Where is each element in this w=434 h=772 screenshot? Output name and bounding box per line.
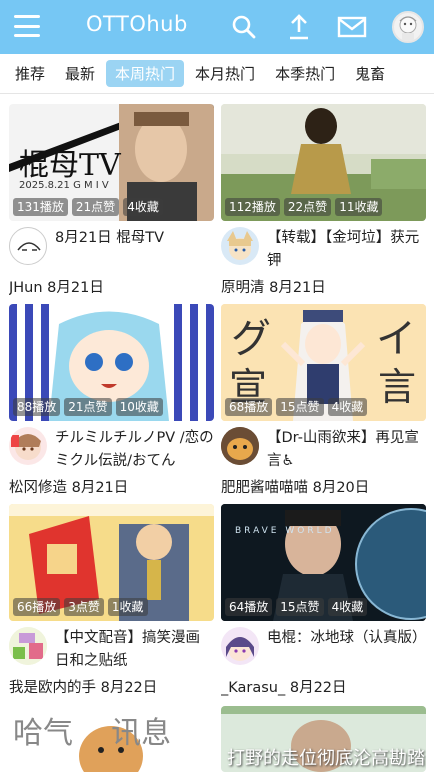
uploader-name[interactable]: 肥肥酱喵喵喵 xyxy=(221,480,308,496)
video-byline: _Karasu_ 8月22日 xyxy=(221,676,426,697)
video-thumbnail[interactable]: 棍母TV 2025.8.21 G M I V 131播放 21点赞 4收藏 xyxy=(9,104,214,221)
uploader-name[interactable]: 原明清 xyxy=(221,280,265,296)
tab-latest[interactable]: 最新 xyxy=(56,60,104,87)
video-meta: 【Dr-山雨欲来】再见宣言♿ xyxy=(221,427,426,473)
search-icon[interactable] xyxy=(229,12,259,42)
video-thumbnail[interactable]: グ イ 宣 言 68播放 15点赞 4收藏 xyxy=(221,304,426,421)
uploader-avatar[interactable] xyxy=(9,627,47,665)
video-stats: 88播放 21点赞 10收藏 xyxy=(13,398,163,416)
video-meta: 8月21日 棍母TV xyxy=(9,227,214,273)
views-count: 64播放 xyxy=(225,598,273,616)
views-count: 88播放 xyxy=(13,398,61,416)
video-byline: 肥肥酱喵喵喵 8月20日 xyxy=(221,476,426,497)
thumbnail-subtext: 2025.8.21 G M I V xyxy=(19,180,109,191)
tab-guichu[interactable]: 鬼畜 xyxy=(346,60,394,87)
upload-date: 8月22日 xyxy=(289,680,347,696)
tab-season-hot[interactable]: 本季热门 xyxy=(266,60,344,87)
favorites-count: 1收藏 xyxy=(107,598,148,616)
mail-icon[interactable] xyxy=(337,12,367,42)
upload-icon[interactable] xyxy=(284,12,314,42)
video-thumbnail[interactable]: 66播放 3点赞 1收藏 xyxy=(9,504,214,621)
video-card[interactable]: BRAVE WORLD 64播放 15点赞 4收藏 电棍：冰地球（认真版） _K… xyxy=(221,504,426,697)
video-card[interactable]: 棍母TV 2025.8.21 G M I V 131播放 21点赞 4收藏 8月… xyxy=(9,104,214,297)
uploader-avatar[interactable] xyxy=(9,227,47,265)
tab-recommend[interactable]: 推荐 xyxy=(6,60,54,87)
views-count: 66播放 xyxy=(13,598,61,616)
thumbnail-text: 打野的走位彻底沦高勘踏 xyxy=(227,748,425,769)
favorites-count: 4收藏 xyxy=(327,398,368,416)
video-title[interactable]: 【转载】【金坷垃】获元钾 xyxy=(267,227,426,273)
upload-date: 8月20日 xyxy=(312,480,370,496)
video-stats: 66播放 3点赞 1收藏 xyxy=(13,598,148,616)
video-meta: 【中文配音】搞笑漫画日和之贴纸 xyxy=(9,627,214,673)
user-avatar[interactable] xyxy=(392,11,424,43)
video-card[interactable]: 112播放 22点赞 11收藏 【转载】【金坷垃】获元钾 原明清 8月21日 xyxy=(221,104,426,297)
favorites-count: 4收藏 xyxy=(123,198,163,216)
tab-weekly-hot[interactable]: 本周热门 xyxy=(106,60,185,87)
upload-date: 8月22日 xyxy=(100,680,158,696)
likes-count: 15点赞 xyxy=(276,598,324,616)
upload-date: 8月21日 xyxy=(47,280,104,296)
video-thumbnail[interactable]: 88播放 21点赞 10收藏 xyxy=(9,304,214,421)
likes-count: 3点赞 xyxy=(64,598,104,616)
menu-icon[interactable] xyxy=(14,15,40,37)
video-title[interactable]: 【Dr-山雨欲来】再见宣言♿ xyxy=(267,427,426,473)
video-title[interactable]: チルミルチルノPV /恋のミクル伝説/おてん xyxy=(55,427,214,473)
app-bar: OTTOhub xyxy=(0,0,434,54)
favorites-count: 10收藏 xyxy=(115,398,163,416)
uploader-avatar[interactable] xyxy=(221,427,259,465)
thumbnail-text: BRAVE WORLD xyxy=(235,526,335,536)
favorites-count: 11收藏 xyxy=(335,198,383,216)
thumbnail-text: 棍母TV xyxy=(19,148,121,183)
likes-count: 21点赞 xyxy=(64,398,112,416)
upload-date: 8月21日 xyxy=(71,480,129,496)
video-byline: 我是欧内的手 8月22日 xyxy=(9,676,214,697)
video-meta: チルミルチルノPV /恋のミクル伝説/おてん xyxy=(9,427,214,473)
uploader-name[interactable]: JHun xyxy=(9,280,43,296)
video-byline: 原明清 8月21日 xyxy=(221,276,426,297)
video-stats: 64播放 15点赞 4收藏 xyxy=(225,598,368,616)
views-count: 131播放 xyxy=(13,198,68,216)
tab-monthly-hot[interactable]: 本月热门 xyxy=(186,60,264,87)
video-thumbnail-partial[interactable]: 打野的走位彻底沦高勘踏 xyxy=(221,706,426,772)
video-card[interactable]: 66播放 3点赞 1收藏 【中文配音】搞笑漫画日和之贴纸 我是欧内的手 8月22… xyxy=(9,504,214,697)
favorites-count: 4收藏 xyxy=(327,598,368,616)
video-stats: 131播放 21点赞 4收藏 xyxy=(13,198,163,216)
video-meta: 电棍：冰地球（认真版） xyxy=(221,627,426,673)
video-title[interactable]: 电棍：冰地球（认真版） xyxy=(267,627,426,673)
uploader-name[interactable]: 松冈修造 xyxy=(9,480,67,496)
likes-count: 21点赞 xyxy=(71,198,120,216)
likes-count: 15点赞 xyxy=(276,398,324,416)
video-thumbnail[interactable]: BRAVE WORLD 64播放 15点赞 4收藏 xyxy=(221,504,426,621)
video-byline: 松冈修造 8月21日 xyxy=(9,476,214,497)
video-thumbnail[interactable]: 112播放 22点赞 11收藏 xyxy=(221,104,426,221)
video-stats: 112播放 22点赞 11收藏 xyxy=(225,198,383,216)
video-title[interactable]: 8月21日 棍母TV xyxy=(55,227,164,273)
video-stats: 68播放 15点赞 4收藏 xyxy=(225,398,368,416)
uploader-avatar[interactable] xyxy=(221,627,259,665)
uploader-avatar[interactable] xyxy=(9,427,47,465)
uploader-avatar[interactable] xyxy=(221,227,259,265)
video-title[interactable]: 【中文配音】搞笑漫画日和之贴纸 xyxy=(55,627,214,673)
category-tabs: 推荐 最新 本周热门 本月热门 本季热门 鬼畜 xyxy=(0,54,434,94)
video-meta: 【转载】【金坷垃】获元钾 xyxy=(221,227,426,273)
views-count: 112播放 xyxy=(225,198,280,216)
upload-date: 8月21日 xyxy=(269,280,326,296)
uploader-name[interactable]: _Karasu_ xyxy=(221,680,285,696)
thumbnail-text: 言 xyxy=(377,365,416,409)
app-title: OTTOhub xyxy=(86,12,188,36)
video-byline: JHun 8月21日 xyxy=(9,276,214,297)
thumbnail-text: 哈气 讯息 xyxy=(13,716,172,751)
video-thumbnail-partial[interactable]: 哈气 讯息 xyxy=(9,706,214,772)
video-card[interactable]: 88播放 21点赞 10收藏 チルミルチルノPV /恋のミクル伝説/おてん 松冈… xyxy=(9,304,214,497)
video-card[interactable]: グ イ 宣 言 68播放 15点赞 4收藏 【Dr-山雨欲来】再见宣言♿ 肥肥酱… xyxy=(221,304,426,497)
views-count: 68播放 xyxy=(225,398,273,416)
likes-count: 22点赞 xyxy=(283,198,332,216)
uploader-name[interactable]: 我是欧内的手 xyxy=(9,680,96,696)
